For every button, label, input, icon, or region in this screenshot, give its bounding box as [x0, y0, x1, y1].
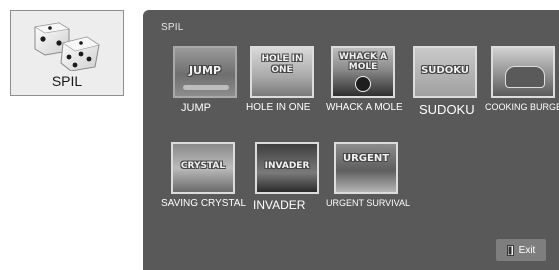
game-item-hole-in-one[interactable]: HOLE IN ONE HOLE IN ONE	[246, 46, 330, 113]
game-thumbnail: CRYSTAL	[171, 142, 235, 194]
game-thumbnail: URGENT	[334, 142, 398, 194]
game-thumbnail: HOLE IN ONE	[250, 46, 314, 98]
game-label: URGENT SURVIVAL	[326, 198, 411, 208]
game-thumbnail: INVADER	[255, 142, 319, 194]
game-label: JUMP	[181, 102, 211, 114]
game-thumbnail: SUDOKU	[413, 46, 477, 98]
game-item-cooking-burger[interactable]: COOKING BURGER	[485, 46, 559, 112]
game-label: COOKING BURGER	[485, 102, 559, 112]
game-thumbnail: JUMP	[173, 46, 237, 98]
game-item-invader[interactable]: INVADER INVADER	[253, 142, 335, 212]
game-item-sudoku[interactable]: SUDOKU SUDOKU	[413, 46, 493, 117]
exit-label: Exit	[518, 244, 536, 256]
thumb-title: INVADER	[264, 161, 310, 171]
game-label: SUDOKU	[419, 102, 475, 117]
game-item-urgent-survival[interactable]: URGENT URGENT SURVIVAL	[326, 142, 414, 208]
exit-button[interactable]: Exit	[496, 239, 546, 261]
game-item-whack-a-mole[interactable]: WHACK A MOLE WHACK A MOLE	[326, 46, 411, 113]
game-label: INVADER	[253, 198, 306, 212]
game-label: HOLE IN ONE	[246, 102, 311, 113]
thumb-title: JUMP	[188, 64, 222, 77]
game-label: WHACK A MOLE	[326, 102, 403, 113]
game-label: SAVING CRYSTAL	[161, 198, 247, 209]
panel-title: SPIL	[161, 22, 184, 33]
exit-door-icon	[506, 244, 514, 256]
thumb-title: WHACK A MOLE	[338, 52, 388, 73]
game-item-jump[interactable]: JUMP JUMP	[173, 46, 253, 114]
games-panel: SPIL JUMP JUMP HOLE IN ONE HOLE IN ONE W…	[143, 10, 559, 270]
game-thumbnail	[491, 46, 555, 98]
screen: SPIL SPIL JUMP JUMP HOLE IN ONE HOLE IN …	[0, 0, 559, 270]
thumb-title: CRYSTAL	[180, 161, 226, 171]
game-thumbnail: WHACK A MOLE	[331, 46, 395, 98]
thumb-title: SUDOKU	[421, 65, 469, 76]
game-item-saving-crystal[interactable]: CRYSTAL SAVING CRYSTAL	[161, 142, 251, 209]
app-tile-label: SPIL	[51, 73, 83, 89]
thumb-title: HOLE IN ONE	[261, 54, 303, 75]
dice-icon	[34, 22, 100, 71]
spil-app-tile[interactable]: SPIL	[10, 10, 124, 96]
thumb-title: URGENT	[342, 153, 390, 164]
